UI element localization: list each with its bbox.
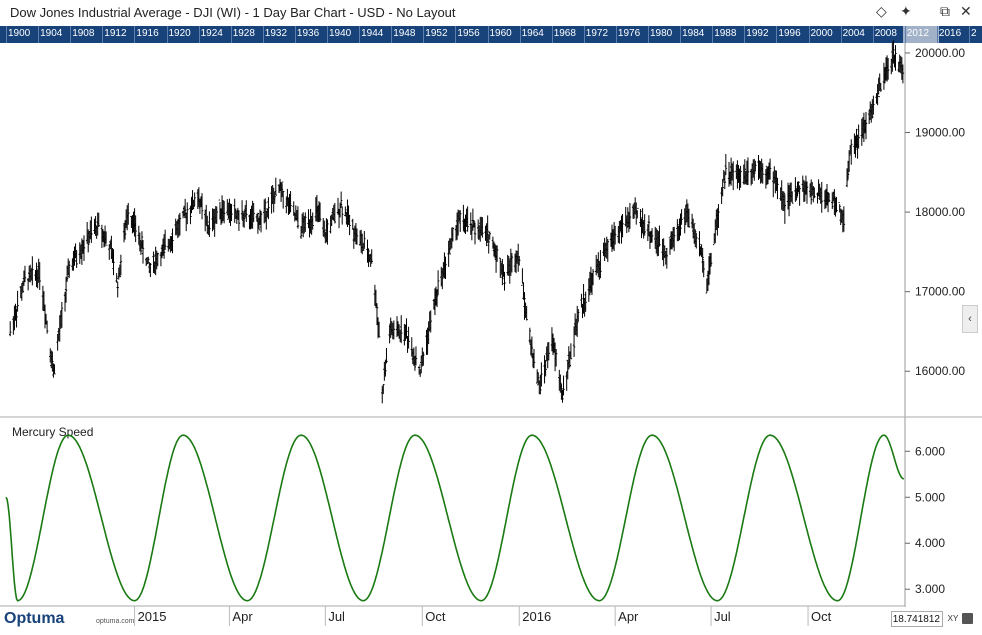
indicator-tick-label: 4.000 [915,536,945,550]
side-panel-toggle[interactable]: ‹ [962,305,978,333]
date-tick-label: 2015 [138,609,167,624]
price-tick-label: 20000.00 [915,46,965,60]
coordinate-readout[interactable]: 18.741812 [891,611,943,627]
indicator-tick-label: 3.000 [915,582,945,596]
date-tick-label: 2016 [522,609,551,624]
xy-button[interactable]: XY [944,611,962,627]
price-axis: 16000.00 17000.00 18000.00 19000.00 20000.00 [905,46,965,378]
price-tick-label: 18000.00 [915,205,965,219]
date-tick-label: Apr [618,609,639,624]
indicator-title: Mercury Speed [12,425,93,439]
price-tick-label: 17000.00 [915,285,965,299]
price-bars [9,40,905,404]
date-axis: 2015 Apr Jul Oct 2016 Apr Jul Oct [134,606,832,626]
date-tick-label: Oct [811,609,832,624]
date-tick-label: Apr [232,609,253,624]
optuma-site: optuma.com [96,618,135,625]
chart-canvas[interactable]: 16000.00 17000.00 18000.00 19000.00 20000.00… [0,0,982,635]
date-tick-label: Oct [425,609,446,624]
indicator-tick-label: 5.000 [915,490,945,504]
download-icon[interactable] [962,613,973,624]
date-tick-label: Jul [714,609,731,624]
price-tick-label: 19000.00 [915,126,965,140]
mercury-speed-line [5,434,905,602]
indicator-axis: 3.000 4.000 5.000 6.000 [905,444,945,596]
optuma-logo: Optuma [4,610,65,627]
date-tick-label: Jul [328,609,345,624]
price-tick-label: 16000.00 [915,364,965,378]
indicator-tick-label: 6.000 [915,444,945,458]
